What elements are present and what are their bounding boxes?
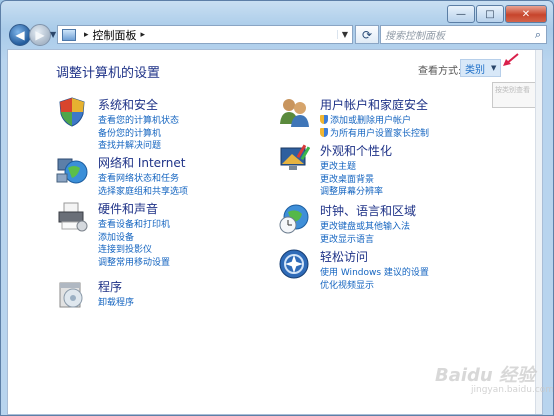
link-homegroup[interactable]: 选择家庭组和共享选项 bbox=[98, 186, 188, 199]
view-by-label: 查看方式: bbox=[418, 66, 462, 77]
control-panel-window: — □ ✕ ◀ ▶ ▼ ▸ 控制面板 ▸ ▼ ⟳ 搜索控制面板 ⌕ 调整计算机的… bbox=[0, 0, 554, 416]
view-by-select[interactable]: 类别 ▼ bbox=[460, 59, 502, 77]
category-title[interactable]: 轻松访问 bbox=[320, 248, 429, 265]
category-title[interactable]: 硬件和声音 bbox=[98, 200, 170, 217]
category-title[interactable]: 用户帐户和家庭安全 bbox=[320, 96, 429, 113]
link-projector[interactable]: 连接到投影仪 bbox=[98, 244, 170, 257]
link-troubleshoot[interactable]: 查找并解决问题 bbox=[98, 140, 179, 153]
category-appearance: 外观和个性化 更改主题 更改桌面背景 调整屏幕分辨率 bbox=[278, 142, 392, 199]
programs-icon[interactable] bbox=[56, 278, 88, 310]
window-controls: — □ ✕ bbox=[446, 5, 547, 23]
back-button[interactable]: ◀ bbox=[9, 24, 31, 46]
link-optimize-display[interactable]: 优化视频显示 bbox=[320, 280, 429, 293]
category-programs: 程序 卸载程序 bbox=[56, 278, 134, 310]
category-title[interactable]: 程序 bbox=[98, 278, 134, 295]
red-arrow-icon bbox=[503, 53, 519, 66]
category-clock-language: 时钟、语言和区域 更改键盘或其他输入法 更改显示语言 bbox=[278, 202, 416, 246]
category-title[interactable]: 时钟、语言和区域 bbox=[320, 202, 416, 219]
close-button[interactable]: ✕ bbox=[505, 5, 547, 23]
search-input[interactable]: 搜索控制面板 bbox=[381, 27, 530, 42]
clock-globe-icon[interactable] bbox=[278, 202, 310, 234]
search-icon[interactable]: ⌕ bbox=[530, 28, 546, 42]
category-title[interactable]: 系统和安全 bbox=[98, 96, 179, 113]
link-mobility[interactable]: 调整常用移动设置 bbox=[98, 257, 170, 270]
ease-of-access-icon[interactable] bbox=[278, 248, 310, 280]
link-backup[interactable]: 备份您的计算机 bbox=[98, 128, 179, 141]
category-ease-of-access: 轻松访问 使用 Windows 建议的设置 优化视频显示 bbox=[278, 248, 429, 292]
view-by-value: 类别 bbox=[465, 64, 485, 76]
category-user-accounts: 用户帐户和家庭安全 添加或删除用户帐户 为所有用户设置家长控制 bbox=[278, 96, 429, 140]
category-title[interactable]: 外观和个性化 bbox=[320, 142, 392, 159]
watermark-url: jingyan.baidu.com bbox=[471, 385, 554, 395]
maximize-button[interactable]: □ bbox=[476, 5, 504, 23]
link-devices-printers[interactable]: 查看设备和打印机 bbox=[98, 219, 170, 232]
control-panel-icon bbox=[62, 28, 76, 41]
category-network-internet: 网络和 Internet 查看网络状态和任务 选择家庭组和共享选项 bbox=[56, 154, 188, 198]
users-icon[interactable] bbox=[278, 96, 310, 128]
navigation-bar: ◀ ▶ ▼ ▸ 控制面板 ▸ ▼ ⟳ 搜索控制面板 ⌕ bbox=[7, 23, 547, 46]
link-screen-resolution[interactable]: 调整屏幕分辨率 bbox=[320, 186, 392, 199]
minimize-button[interactable]: — bbox=[447, 5, 475, 23]
category-hardware-sound: 硬件和声音 查看设备和打印机 添加设备 连接到投影仪 调整常用移动设置 bbox=[56, 200, 170, 269]
watermark: Baidu 经验 bbox=[435, 365, 536, 386]
link-parental-controls[interactable]: 为所有用户设置家长控制 bbox=[320, 128, 429, 141]
breadcrumb-separator-icon[interactable]: ▸ bbox=[84, 30, 89, 40]
forward-arrow-icon: ▶ bbox=[35, 28, 45, 42]
chevron-down-icon: ▼ bbox=[491, 64, 497, 72]
search-box[interactable]: 搜索控制面板 ⌕ bbox=[380, 25, 547, 44]
recent-pages-dropdown[interactable]: ▼ bbox=[50, 30, 56, 39]
back-arrow-icon: ◀ bbox=[15, 28, 25, 42]
refresh-button[interactable]: ⟳ bbox=[355, 25, 379, 44]
link-add-device[interactable]: 添加设备 bbox=[98, 232, 170, 245]
link-uninstall[interactable]: 卸载程序 bbox=[98, 297, 134, 310]
forward-button[interactable]: ▶ bbox=[29, 24, 51, 46]
vertical-scrollbar[interactable] bbox=[535, 50, 542, 414]
network-globe-icon[interactable] bbox=[56, 154, 88, 186]
address-bar[interactable]: ▸ 控制面板 ▸ ▼ bbox=[57, 25, 353, 44]
appearance-monitor-icon[interactable] bbox=[278, 142, 311, 174]
printer-icon[interactable] bbox=[56, 200, 88, 232]
link-view-status[interactable]: 查看您的计算机状态 bbox=[98, 115, 179, 128]
link-recommended-settings[interactable]: 使用 Windows 建议的设置 bbox=[320, 267, 429, 280]
page-title: 调整计算机的设置 bbox=[56, 66, 161, 81]
link-display-language[interactable]: 更改显示语言 bbox=[320, 234, 416, 247]
category-system-security: 系统和安全 查看您的计算机状态 备份您的计算机 查找并解决问题 bbox=[56, 96, 179, 153]
shield-icon[interactable] bbox=[56, 96, 88, 128]
breadcrumb-separator-icon[interactable]: ▸ bbox=[141, 30, 146, 40]
refresh-icon: ⟳ bbox=[361, 27, 373, 42]
link-desktop-background[interactable]: 更改桌面背景 bbox=[320, 174, 392, 187]
address-dropdown-icon[interactable]: ▼ bbox=[337, 30, 352, 39]
link-add-remove-accounts[interactable]: 添加或删除用户帐户 bbox=[320, 115, 429, 128]
link-change-theme[interactable]: 更改主题 bbox=[320, 161, 392, 174]
breadcrumb-control-panel[interactable]: 控制面板 bbox=[93, 27, 137, 43]
category-title[interactable]: 网络和 Internet bbox=[98, 154, 188, 171]
link-keyboard-input[interactable]: 更改键盘或其他输入法 bbox=[320, 221, 416, 234]
link-network-status[interactable]: 查看网络状态和任务 bbox=[98, 173, 188, 186]
